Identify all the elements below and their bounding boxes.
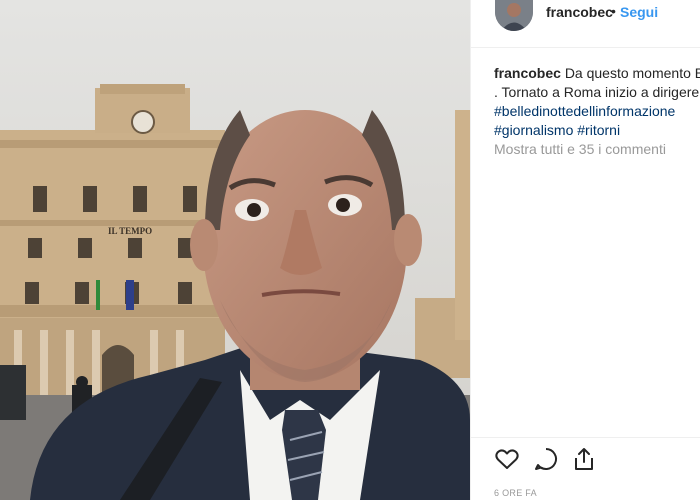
caption-text-1: Da questo momento Be <box>564 65 700 81</box>
comment-icon[interactable] <box>533 446 559 472</box>
view-all-comments-link[interactable]: Mostra tutti e 35 i commenti <box>494 141 666 157</box>
actions-divider <box>471 437 700 438</box>
follow-button[interactable]: Segui <box>620 4 658 20</box>
follow-separator: • <box>611 3 616 19</box>
username-link[interactable]: francobec <box>546 4 613 20</box>
heart-icon[interactable] <box>494 446 520 472</box>
caption-username[interactable]: francobec <box>494 65 561 81</box>
post-timestamp: 6 ORE FA <box>494 488 537 498</box>
panel-divider <box>470 0 471 500</box>
hashtag-link[interactable]: #belledinottedellinformazione <box>494 103 675 119</box>
building-sign: IL TEMPO <box>108 226 152 236</box>
hashtag-link[interactable]: #ritorni <box>577 122 620 138</box>
hashtag-link[interactable]: #giornalismo <box>494 122 573 138</box>
share-icon[interactable] <box>571 446 597 472</box>
caption-line-1: francobec Da questo momento Be <box>494 64 700 83</box>
post-photo[interactable]: IL TEMPO <box>0 0 470 500</box>
post-caption: francobec Da questo momento Be . Tornato… <box>494 64 700 140</box>
caption-text-2: . Tornato a Roma inizio a dirigere 1 <box>494 84 700 100</box>
